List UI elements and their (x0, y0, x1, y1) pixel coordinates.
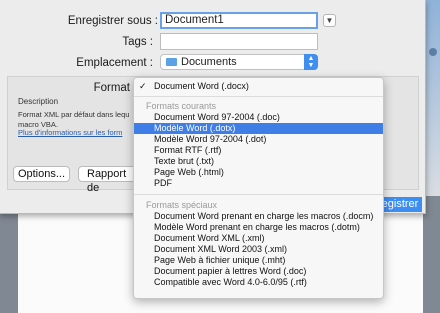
expand-button[interactable]: ▼ (323, 14, 336, 27)
format-label: Format (93, 82, 130, 94)
chevron-down-icon: ▼ (325, 16, 334, 25)
window-edge (426, 0, 440, 196)
description-title: Description (18, 97, 59, 106)
compatibility-report-button[interactable]: Rapport de (78, 166, 140, 194)
menu-section-common: Formats courants (146, 101, 217, 111)
save-as-label: Enregistrer sous : (67, 15, 158, 27)
more-info-link[interactable]: Plus d'informations sur les form (18, 128, 122, 137)
menu-separator (134, 194, 383, 195)
menu-separator (134, 96, 383, 97)
menu-item-current[interactable]: ✓ Document Word (.docx) (134, 81, 383, 92)
menu-item-rtf[interactable]: Format RTF (.rtf) (134, 145, 383, 156)
filename-input[interactable]: Document1 (160, 12, 318, 29)
menu-item-doc[interactable]: Document Word 97-2004 (.doc) (134, 112, 383, 123)
menu-item-dotx[interactable]: Modèle Word (.dotx) (134, 123, 383, 134)
tags-input[interactable] (160, 33, 318, 50)
menu-item-mht[interactable]: Page Web à fichier unique (.mht) (134, 255, 383, 266)
folder-icon (166, 58, 177, 66)
location-popup[interactable]: Documents ▲ ▼ (160, 54, 318, 70)
menu-item-current-label: Document Word (.docx) (154, 81, 249, 91)
window-edge-knob (429, 48, 437, 56)
menu-item-dotm[interactable]: Modèle Word prenant en charge les macros… (134, 222, 383, 233)
menu-item-txt[interactable]: Texte brut (.txt) (134, 156, 383, 167)
menu-item-docm[interactable]: Document Word prenant en charge les macr… (134, 211, 383, 222)
menu-section-special: Formats spéciaux (146, 200, 218, 210)
menu-item-stationery[interactable]: Document papier à lettres Word (.doc) (134, 266, 383, 277)
checkmark-icon: ✓ (139, 81, 147, 91)
menu-item-dot[interactable]: Modèle Word 97-2004 (.dot) (134, 134, 383, 145)
menu-item-xml-2003[interactable]: Document XML Word 2003 (.xml) (134, 244, 383, 255)
updown-arrows-icon: ▲ ▼ (304, 54, 318, 70)
description-line-1: Format XML par défaut dans lequ (18, 110, 130, 119)
description-text: Format XML par défaut dans lequ macro VB… (18, 110, 138, 129)
location-value: Documents (181, 56, 237, 68)
menu-item-html[interactable]: Page Web (.html) (134, 167, 383, 178)
menu-item-word-95[interactable]: Compatible avec Word 4.0-6.0/95 (.rtf) (134, 277, 383, 288)
menu-item-word-xml[interactable]: Document Word XML (.xml) (134, 233, 383, 244)
options-button[interactable]: Options... (13, 166, 70, 182)
menu-item-pdf[interactable]: PDF (134, 178, 383, 189)
tags-label: Tags : (122, 36, 153, 48)
location-label: Emplacement : (76, 57, 153, 69)
format-menu: ✓ Document Word (.docx) Formats courants … (133, 77, 384, 299)
